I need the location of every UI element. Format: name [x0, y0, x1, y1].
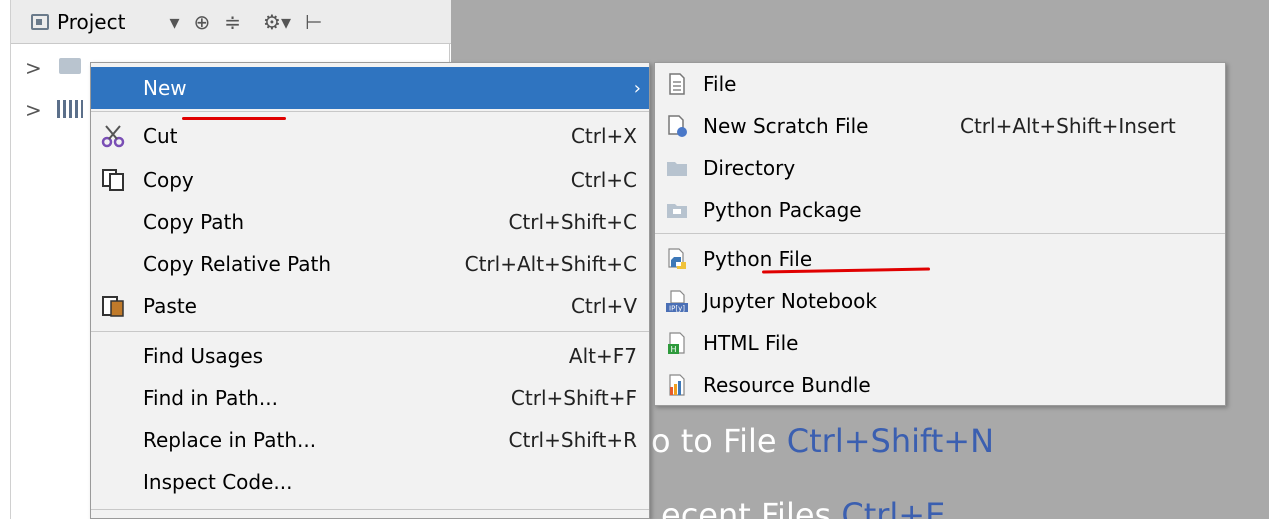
submenu-item-label: Jupyter Notebook	[703, 289, 877, 313]
menu-item-find-in-path[interactable]: Find in Path... Ctrl+Shift+F	[91, 377, 649, 419]
python-file-icon	[668, 248, 686, 269]
file-icon	[669, 73, 685, 95]
svg-text:IP[y]: IP[y]	[669, 305, 685, 313]
submenu-item-label: File	[703, 72, 737, 96]
menu-item-cut[interactable]: Cut Ctrl+X	[91, 115, 649, 157]
submenu-item-label: Resource Bundle	[703, 373, 871, 397]
menu-item-label: Copy Path	[143, 210, 245, 234]
menu-item-label: Inspect Code...	[143, 470, 293, 494]
menu-item-label: Copy	[143, 168, 194, 192]
menu-item-label: Find Usages	[143, 344, 264, 368]
html-file-icon: H	[668, 332, 685, 354]
menu-item-paste[interactable]: Paste Ctrl+V	[91, 285, 649, 327]
menu-separator	[91, 111, 649, 112]
menu-item-shortcut: Alt+F7	[568, 344, 637, 368]
menu-item-label: Paste	[143, 294, 197, 318]
submenu-item-directory[interactable]: Directory	[655, 147, 1225, 189]
jupyter-icon: IP[y]	[666, 290, 688, 313]
menu-item-shortcut: Ctrl+Shift+C	[508, 210, 637, 234]
project-title[interactable]: Project	[57, 10, 125, 34]
folder-icon	[667, 162, 687, 176]
project-view-icon	[31, 13, 49, 30]
menu-item-inspect-code[interactable]: Inspect Code...	[91, 461, 649, 503]
tree-expand-arrow[interactable]: >	[25, 56, 42, 80]
submenu-item-python-package[interactable]: Python Package	[655, 189, 1225, 231]
submenu-item-label: Directory	[703, 156, 796, 180]
svg-text:H: H	[670, 345, 676, 354]
project-folder-icon	[59, 58, 81, 74]
menu-item-copy-path[interactable]: Copy Path Ctrl+Shift+C	[91, 201, 649, 243]
menu-item-shortcut: Ctrl+C	[570, 168, 637, 192]
submenu-item-jupyter-notebook[interactable]: IP[y] Jupyter Notebook	[655, 280, 1225, 322]
new-submenu: File New Scratch File Ctrl+Alt+Shift+Ins…	[654, 62, 1226, 406]
recent-files-hint: ecent Files Ctrl+E	[661, 496, 945, 519]
tree-expand-arrow[interactable]: >	[25, 98, 42, 122]
settings-gear-icon[interactable]: ⚙▾	[263, 10, 291, 34]
menu-separator	[655, 233, 1225, 234]
submenu-item-html-file[interactable]: H HTML File	[655, 322, 1225, 364]
recent-files-label: ecent Files	[661, 496, 832, 519]
menu-item-find-usages[interactable]: Find Usages Alt+F7	[91, 335, 649, 377]
goto-file-shortcut: Ctrl+Shift+N	[786, 422, 994, 460]
menu-item-shortcut: Ctrl+Shift+F	[510, 386, 637, 410]
submenu-item-file[interactable]: File	[655, 63, 1225, 105]
menu-item-shortcut: Ctrl+Shift+R	[508, 428, 637, 452]
menu-item-label: Copy Relative Path	[143, 252, 332, 276]
project-header: Project ▾ ⊕ ≑ ⚙▾ ⊢	[11, 0, 451, 44]
external-libraries-icon	[57, 100, 83, 118]
submenu-item-python-file[interactable]: Python File	[655, 238, 1225, 280]
annotation-underline-new	[182, 117, 286, 120]
menu-item-label: Cut	[143, 124, 178, 148]
goto-file-hint: o to File Ctrl+Shift+N	[651, 422, 994, 460]
copy-icon	[102, 169, 124, 191]
menu-item-shortcut: Ctrl+X	[570, 124, 637, 148]
submenu-item-shortcut: Ctrl+Alt+Shift+Insert	[960, 114, 1176, 138]
menu-item-copy[interactable]: Copy Ctrl+C	[91, 159, 649, 201]
menu-item-new[interactable]: New ›	[91, 67, 649, 109]
recent-files-shortcut: Ctrl+E	[841, 496, 946, 519]
menu-item-shortcut: Ctrl+Alt+Shift+C	[464, 252, 637, 276]
menu-item-copy-relative-path[interactable]: Copy Relative Path Ctrl+Alt+Shift+C	[91, 243, 649, 285]
submenu-arrow-icon: ›	[633, 77, 641, 99]
context-menu: New › Cut Ctrl+X Copy Ctrl+C Copy Path C…	[90, 62, 650, 519]
submenu-item-new-scratch-file[interactable]: New Scratch File Ctrl+Alt+Shift+Insert	[655, 105, 1225, 147]
paste-icon	[102, 296, 124, 317]
menu-item-shortcut: Ctrl+V	[570, 294, 637, 318]
scissors-icon	[101, 125, 125, 148]
package-icon	[667, 204, 687, 218]
hide-panel-icon[interactable]: ⊢	[305, 10, 322, 34]
menu-separator	[91, 331, 649, 332]
submenu-item-label: New Scratch File	[703, 114, 869, 138]
submenu-item-label: Python File	[703, 247, 813, 271]
submenu-item-resource-bundle[interactable]: Resource Bundle	[655, 364, 1225, 406]
submenu-item-label: HTML File	[703, 331, 799, 355]
scroll-from-source-icon[interactable]: ⊕	[193, 10, 210, 34]
menu-item-replace-in-path[interactable]: Replace in Path... Ctrl+Shift+R	[91, 419, 649, 461]
resource-bundle-icon	[669, 374, 685, 396]
collapse-all-icon[interactable]: ≑	[224, 10, 241, 34]
goto-file-label: o to File	[651, 422, 777, 460]
menu-item-label: Find in Path...	[143, 386, 278, 410]
view-dropdown-icon[interactable]: ▾	[169, 10, 179, 34]
submenu-item-label: Python Package	[703, 198, 862, 222]
menu-item-label: Replace in Path...	[143, 428, 317, 452]
menu-separator	[91, 509, 649, 510]
scratch-file-icon	[668, 115, 687, 137]
menu-item-label: New	[143, 76, 187, 100]
